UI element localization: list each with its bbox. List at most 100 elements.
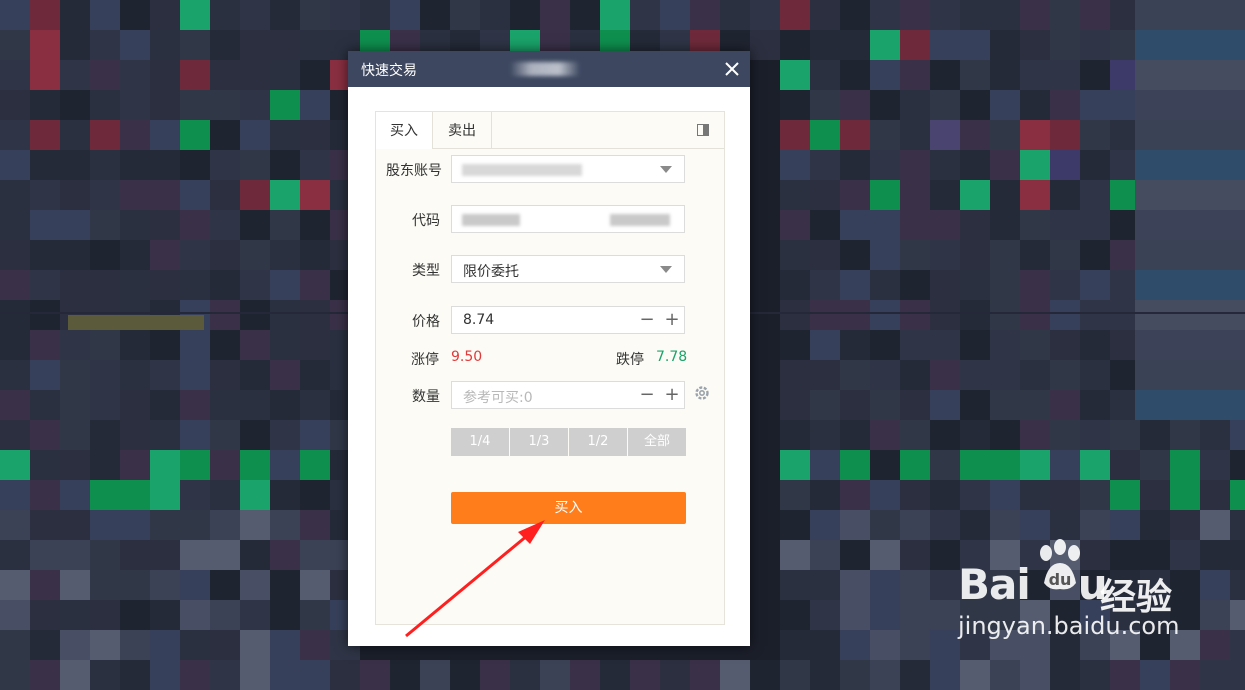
bg-pixel bbox=[30, 0, 60, 30]
bg-pixel bbox=[240, 240, 270, 270]
fraction-all-button[interactable]: 全部 bbox=[628, 428, 686, 456]
bg-pixel bbox=[810, 150, 840, 180]
dialog-titlebar[interactable]: 快速交易 bbox=[348, 51, 750, 87]
bg-pixel bbox=[300, 30, 330, 60]
bg-pixel bbox=[930, 150, 960, 180]
bg-pixel bbox=[840, 450, 870, 480]
bg-pixel bbox=[1020, 60, 1050, 90]
bg-pixel bbox=[870, 630, 900, 660]
price-input[interactable]: 8.74 − + bbox=[451, 306, 685, 334]
bg-pixel bbox=[450, 0, 480, 30]
price-increment-button[interactable]: + bbox=[663, 310, 681, 330]
account-select[interactable] bbox=[451, 155, 685, 183]
bg-pixel bbox=[150, 510, 180, 540]
bg-pixel bbox=[150, 60, 180, 90]
bg-pixel bbox=[810, 60, 840, 90]
bg-pixel bbox=[870, 270, 900, 300]
bg-pixel bbox=[180, 150, 210, 180]
bg-pixel bbox=[300, 300, 330, 330]
bg-pixel bbox=[960, 360, 990, 390]
bg-pixel bbox=[180, 540, 210, 570]
stock-name-redacted bbox=[610, 214, 670, 226]
bg-pixel bbox=[900, 270, 930, 300]
tab-buy[interactable]: 买入 bbox=[376, 112, 433, 149]
bg-pixel bbox=[1200, 420, 1230, 450]
bg-pixel bbox=[870, 90, 900, 120]
bg-pixel bbox=[180, 90, 210, 120]
bg-pixel bbox=[870, 660, 900, 690]
bg-pixel bbox=[120, 480, 150, 510]
bg-pixel bbox=[0, 60, 30, 90]
bg-pixel bbox=[690, 660, 720, 690]
quantity-input[interactable]: 参考可买:0 − + bbox=[451, 381, 685, 409]
bg-pixel bbox=[1135, 270, 1245, 300]
bg-pixel bbox=[1170, 540, 1200, 570]
bg-pixel bbox=[120, 150, 150, 180]
code-input[interactable] bbox=[451, 205, 685, 233]
bg-pixel bbox=[120, 510, 150, 540]
bg-pixel bbox=[990, 510, 1020, 540]
bg-pixel bbox=[30, 540, 60, 570]
bg-pixel bbox=[120, 90, 150, 120]
fraction-quarter-button[interactable]: 1/4 bbox=[451, 428, 509, 456]
bg-pixel bbox=[1050, 450, 1080, 480]
quantity-increment-button[interactable]: + bbox=[663, 385, 681, 405]
bg-pixel bbox=[210, 30, 240, 60]
bg-pixel bbox=[60, 240, 90, 270]
bg-pixel bbox=[750, 0, 780, 30]
bg-pixel bbox=[90, 600, 120, 630]
bg-pixel bbox=[840, 480, 870, 510]
bg-pixel bbox=[870, 300, 900, 330]
close-icon[interactable] bbox=[720, 57, 744, 81]
bg-pixel bbox=[1080, 150, 1110, 180]
bg-pixel bbox=[900, 540, 930, 570]
buy-submit-button[interactable]: 买入 bbox=[451, 492, 686, 524]
bg-pixel bbox=[300, 60, 330, 90]
bg-pixel bbox=[60, 570, 90, 600]
quantity-decrement-button[interactable]: − bbox=[638, 385, 656, 405]
bg-pixel bbox=[930, 240, 960, 270]
bg-pixel bbox=[270, 330, 300, 360]
bg-pixel bbox=[840, 210, 870, 240]
bg-pixel bbox=[1020, 480, 1050, 510]
bg-pixel bbox=[510, 0, 540, 30]
bg-pixel bbox=[840, 510, 870, 540]
bg-pixel bbox=[30, 570, 60, 600]
bg-pixel bbox=[30, 240, 60, 270]
order-type-value: 限价委托 bbox=[463, 264, 519, 280]
bg-pixel bbox=[930, 330, 960, 360]
fraction-half-button[interactable]: 1/2 bbox=[569, 428, 627, 456]
bg-pixel bbox=[1050, 90, 1080, 120]
bg-pixel bbox=[180, 0, 210, 30]
bg-pixel bbox=[270, 120, 300, 150]
bg-pixel bbox=[120, 360, 150, 390]
bg-pixel bbox=[90, 180, 120, 210]
bg-pixel bbox=[870, 480, 900, 510]
bg-pixel bbox=[1170, 510, 1200, 540]
bg-pixel bbox=[240, 420, 270, 450]
panel-toggle-icon[interactable] bbox=[697, 124, 709, 136]
bg-pixel bbox=[540, 0, 570, 30]
bg-pixel bbox=[870, 60, 900, 90]
bg-pixel bbox=[0, 210, 30, 240]
price-label: 价格 bbox=[412, 314, 440, 330]
bg-pixel bbox=[900, 180, 930, 210]
bg-pixel bbox=[1050, 120, 1080, 150]
bg-pixel bbox=[840, 390, 870, 420]
bg-pixel bbox=[1050, 180, 1080, 210]
price-decrement-button[interactable]: − bbox=[638, 310, 656, 330]
gear-icon[interactable] bbox=[692, 384, 712, 404]
bg-pixel bbox=[120, 30, 150, 60]
bg-pixel bbox=[300, 90, 330, 120]
fraction-third-button[interactable]: 1/3 bbox=[510, 428, 568, 456]
bg-pixel bbox=[240, 30, 270, 60]
bg-pixel bbox=[870, 540, 900, 570]
bg-pixel bbox=[720, 660, 750, 690]
bg-pixel bbox=[960, 300, 990, 330]
bg-pixel bbox=[780, 360, 810, 390]
bg-pixel bbox=[930, 270, 960, 300]
bg-pixel bbox=[0, 390, 30, 420]
bg-pixel bbox=[990, 660, 1020, 690]
tab-sell[interactable]: 卖出 bbox=[433, 112, 492, 148]
order-type-select[interactable]: 限价委托 bbox=[451, 255, 685, 283]
